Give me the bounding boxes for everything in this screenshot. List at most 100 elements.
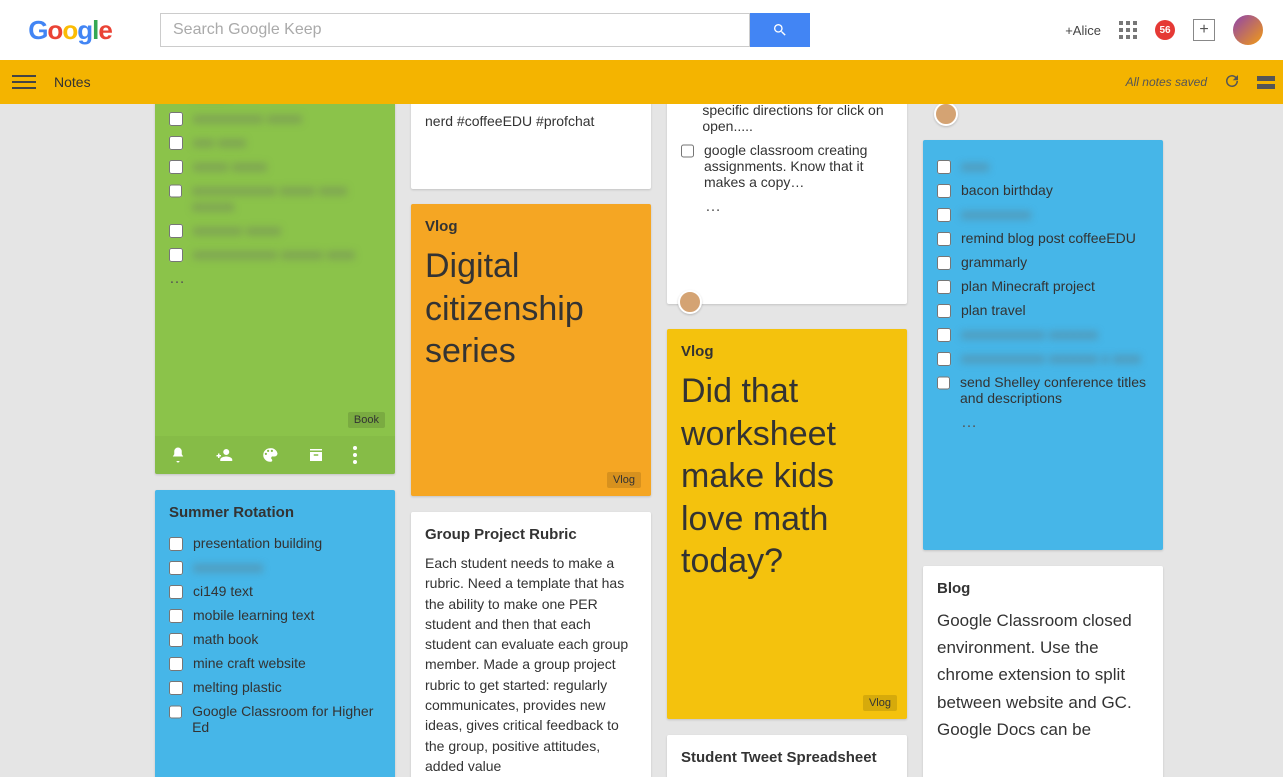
more-indicator: … [169, 266, 381, 292]
note-text: nerd #coffeeEDU #profchat [425, 113, 637, 129]
google-logo[interactable]: Google [10, 15, 130, 46]
list-item-label: send Shelley conference titles and descr… [960, 374, 1149, 406]
share-button[interactable]: + [1193, 19, 1215, 41]
collaborator-icon[interactable] [215, 446, 233, 464]
refresh-button[interactable] [1223, 72, 1241, 93]
checkbox[interactable] [681, 144, 694, 158]
list-item-label: xxxxxxxxxxxx xxxxxxx x xxxx [961, 350, 1141, 366]
list-item-label: xxxxxxx xxxxx [193, 222, 281, 238]
note-card-snippet[interactable]: nerd #coffeeEDU #profchat [411, 104, 651, 189]
checkbox[interactable] [937, 328, 951, 342]
list-item-label: xxxxxxxxxx [961, 206, 1031, 222]
checkbox[interactable] [937, 232, 951, 246]
search-input[interactable] [160, 13, 750, 47]
checkbox[interactable] [169, 681, 183, 695]
note-tag[interactable]: Book [348, 412, 385, 428]
list-item-label: xxx xxxx [193, 134, 246, 150]
note-title: Student Tweet Spreadsheet [681, 749, 893, 766]
collaborator-avatar[interactable] [934, 104, 958, 126]
checkbox[interactable] [937, 376, 950, 390]
list-item-label: xxxxxxxxxxxx xxxxx xxxx xxxxxx [192, 182, 381, 214]
notes-board: xxxxxxx xxxxx xxxxxxxxxx xxxxx xxx xxxx … [0, 104, 1283, 777]
note-card-vlog-citizenship[interactable]: Vlog Digital citizenship series Vlog [411, 204, 651, 496]
note-label: Vlog [681, 343, 893, 360]
checkbox[interactable] [169, 705, 182, 719]
view-toggle-button[interactable] [1257, 76, 1275, 89]
collaborator-avatar[interactable] [678, 290, 702, 314]
list-item-label: xxxx [961, 158, 989, 174]
list-item-label: remind blog post coffeeEDU [961, 230, 1136, 246]
checkbox[interactable] [169, 609, 183, 623]
search-icon [772, 22, 788, 38]
archive-icon[interactable] [307, 446, 325, 464]
checkbox[interactable] [169, 561, 183, 575]
list-item-label: mine craft website [193, 655, 306, 671]
reminder-icon[interactable] [169, 446, 187, 464]
checkbox[interactable] [169, 224, 183, 238]
list-item-label: bacon birthday [961, 182, 1053, 198]
list-item-label: xxxxxxxxxxxx xxxxxx xxxx [193, 246, 355, 262]
note-card-summer-rotation[interactable]: Summer Rotation presentation building xx… [155, 490, 395, 777]
checkbox[interactable] [169, 184, 182, 198]
checkbox[interactable] [169, 112, 183, 126]
checkbox[interactable] [937, 184, 951, 198]
palette-icon[interactable] [261, 446, 279, 464]
list-item-label: xxxxxxxxxx [193, 559, 263, 575]
note-title: Blog [937, 580, 1149, 597]
list-item-label: plan Minecraft project [961, 278, 1095, 294]
checkbox[interactable] [169, 585, 183, 599]
checkbox[interactable] [937, 304, 951, 318]
note-card-blog[interactable]: Blog Google Classroom closed environment… [923, 566, 1163, 777]
note-card-blue-list[interactable]: xxxx bacon birthday xxxxxxxxxx remind bl… [923, 140, 1163, 550]
note-title: Summer Rotation [169, 504, 381, 521]
save-status: All notes saved [1126, 75, 1207, 89]
page-title: Notes [54, 74, 91, 90]
list-item-label: google classroom creating assignments. K… [704, 142, 893, 190]
note-tag[interactable]: Vlog [607, 472, 641, 488]
note-body: Google Classroom closed environment. Use… [937, 607, 1149, 743]
note-title: Group Project Rubric [425, 526, 637, 543]
checkbox[interactable] [937, 280, 951, 294]
user-link[interactable]: +Alice [1065, 23, 1101, 38]
note-title: Digital citizenship series [425, 245, 637, 373]
checkbox[interactable] [937, 256, 951, 270]
checkbox[interactable] [937, 208, 951, 222]
list-item-label: plan travel [961, 302, 1026, 318]
checkbox[interactable] [169, 248, 183, 262]
note-card-classroom-tips[interactable]: specific directions for click on open...… [667, 104, 907, 304]
note-body: Each student needs to make a rubric. Nee… [425, 553, 637, 776]
checkbox[interactable] [169, 657, 183, 671]
app-toolbar: Notes All notes saved [0, 60, 1283, 104]
list-item-label: ci149 text [193, 583, 253, 599]
checkbox[interactable] [937, 352, 951, 366]
list-item-label: xxxxxxxxxxxx xxxxxxx [961, 326, 1098, 342]
checkbox[interactable] [937, 160, 951, 174]
note-title: Did that worksheet make kids love math t… [681, 370, 893, 583]
list-item-label: Google Classroom for Higher Ed [192, 703, 381, 735]
search-button[interactable] [750, 13, 810, 47]
checkbox[interactable] [169, 537, 183, 551]
notifications-badge[interactable]: 56 [1155, 20, 1175, 40]
checkbox[interactable] [169, 633, 183, 647]
list-item-label: presentation building [193, 535, 322, 551]
checkbox[interactable] [169, 136, 183, 150]
list-item-label: xxxxx xxxxx [193, 158, 267, 174]
menu-icon[interactable] [12, 70, 36, 94]
list-item-label: xxxxxxxxxx xxxxx [193, 110, 302, 126]
note-card-tweet-spreadsheet[interactable]: Student Tweet Spreadsheet [667, 735, 907, 777]
list-item-label: grammarly [961, 254, 1027, 270]
note-card-green-list[interactable]: xxxxxxx xxxxx xxxxxxxxxx xxxxx xxx xxxx … [155, 104, 395, 474]
checkbox[interactable] [169, 160, 183, 174]
list-item-label: specific directions for click on open...… [702, 104, 893, 134]
more-icon[interactable] [353, 446, 357, 464]
apps-icon[interactable] [1119, 21, 1137, 39]
note-label: Vlog [425, 218, 637, 235]
note-tag[interactable]: Vlog [863, 695, 897, 711]
more-indicator: … [961, 410, 1149, 436]
list-item-label: math book [193, 631, 258, 647]
profile-avatar[interactable] [1233, 15, 1263, 45]
list-item-label: mobile learning text [193, 607, 314, 623]
note-card-vlog-worksheet[interactable]: Vlog Did that worksheet make kids love m… [667, 329, 907, 719]
note-card-rubric[interactable]: Group Project Rubric Each student needs … [411, 512, 651, 777]
more-indicator: … [705, 194, 893, 220]
